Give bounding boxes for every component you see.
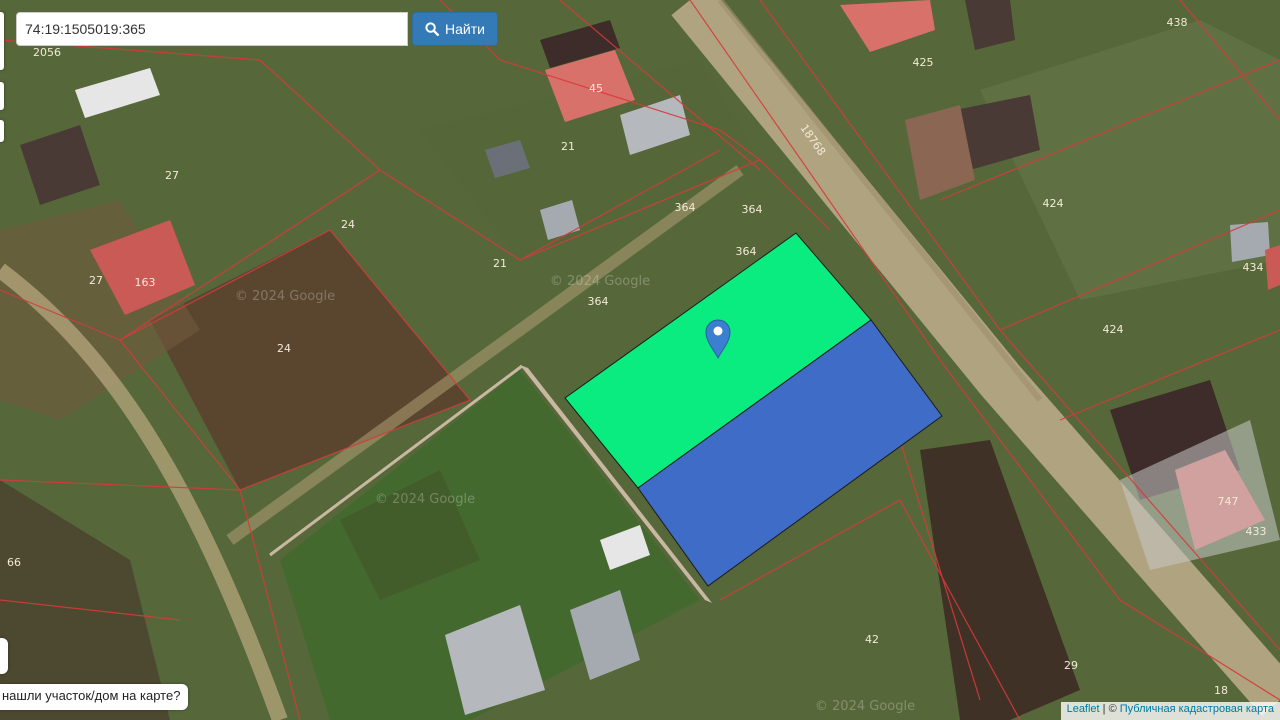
parcel-number-label: 424	[1103, 323, 1124, 336]
parcel-number-label: 29	[1064, 659, 1078, 672]
parcel-number-label: 364	[742, 203, 763, 216]
cadastral-map-link[interactable]: Публичная кадастровая карта	[1120, 703, 1274, 715]
map-tool-control[interactable]	[0, 120, 4, 142]
google-watermark: © 2024 Google	[375, 492, 475, 507]
leaflet-link[interactable]: Leaflet	[1067, 703, 1100, 715]
attribution-separator: | ©	[1099, 703, 1120, 715]
parcel-number-label: 24	[341, 218, 355, 231]
feedback-prompt[interactable]: нашли участок/дом на карте?	[0, 684, 189, 710]
parcel-number-label: 2056	[33, 46, 61, 59]
parcel-number-label: 42	[865, 633, 879, 646]
search-icon	[425, 22, 439, 36]
layers-control[interactable]	[0, 82, 4, 110]
google-watermark: © 2024 Google	[815, 699, 915, 714]
satellite-map[interactable]: 20564521272427 163364 36436436421241876842…	[0, 0, 1280, 720]
parcel-number-label: 163	[135, 276, 156, 289]
parcel-number-label: 424	[1043, 197, 1064, 210]
search-button[interactable]: Найти	[412, 12, 498, 46]
parcel-number-label: 27	[165, 169, 179, 182]
parcel-number-label: 438	[1167, 16, 1188, 29]
zoom-control[interactable]	[0, 12, 4, 70]
search-bar: Найти	[16, 12, 498, 46]
parcel-number-label: 66	[7, 556, 21, 569]
parcel-number-label: 27	[89, 274, 103, 287]
search-button-label: Найти	[445, 21, 485, 37]
parcel-number-label: 45	[589, 82, 603, 95]
parcel-number-label: 364	[588, 295, 609, 308]
cadastral-number-input[interactable]	[16, 12, 408, 46]
parcel-number-label: 425	[913, 56, 934, 69]
parcel-number-label: 24	[277, 342, 291, 355]
parcel-number-label: 21	[493, 257, 507, 270]
parcel-number-label: 18	[1214, 684, 1228, 697]
parcel-number-label: 747	[1218, 495, 1239, 508]
parcel-number-label: 433	[1246, 525, 1267, 538]
map-attribution: Leaflet | © Публичная кадастровая карта	[1060, 702, 1280, 720]
parcel-number-label: 21	[561, 140, 575, 153]
parcel-number-label: 364	[736, 245, 757, 258]
parcel-number-label: 434	[1243, 261, 1264, 274]
parcel-number-label: 364	[675, 201, 696, 214]
feedback-toggle[interactable]	[0, 638, 8, 674]
google-watermark: © 2024 Google	[235, 289, 335, 304]
google-watermark: © 2024 Google	[550, 274, 650, 289]
